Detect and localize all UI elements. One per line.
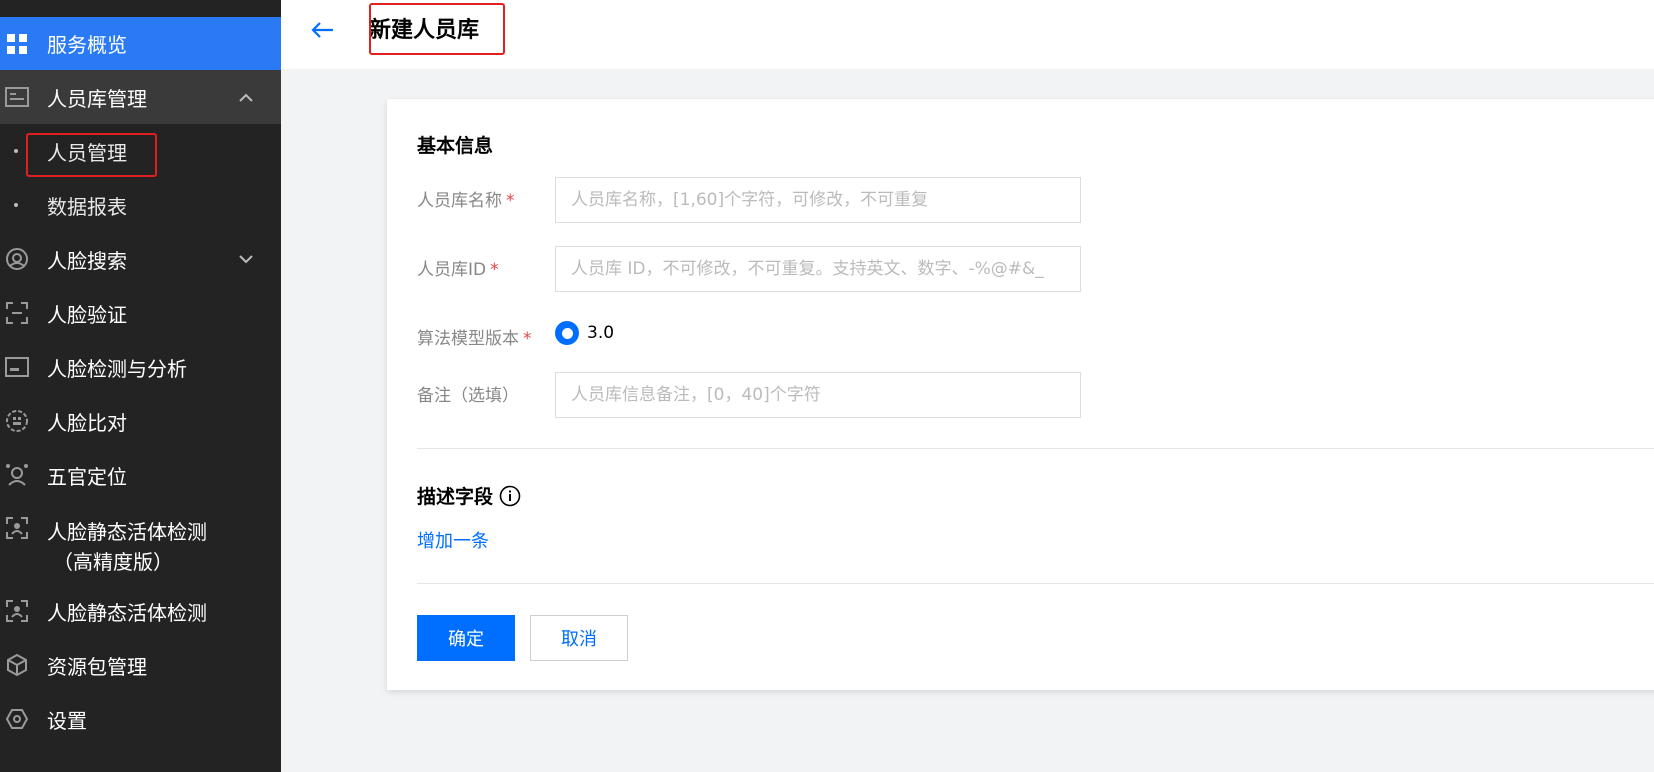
face-compare-icon [5,409,29,433]
sidebar: 服务概览 人员库管理 人员管理 数据报表 人脸搜索 人脸验证 人脸检测与分析 人… [0,0,281,772]
label-text: 人员库ID [417,260,487,280]
sidebar-item-label: 人员库管理 [47,86,147,111]
model-version-radio[interactable]: 3.0 [555,321,614,345]
library-icon [5,85,29,109]
add-field-link[interactable]: 增加一条 [417,527,489,553]
required-mark: * [490,260,499,280]
library-id-label: 人员库ID * [417,255,499,280]
face-scan-icon [5,301,29,325]
sidebar-item-label: 设置 [47,708,87,733]
model-version-label: 算法模型版本 * [417,324,532,349]
chevron-up-icon [239,90,253,104]
sidebar-item-label: 五官定位 [47,464,127,489]
sidebar-item-label: 服务概览 [47,33,127,57]
package-icon [5,653,29,677]
sidebar-item-liveness[interactable]: 人脸静态活体检测 [0,584,281,638]
sidebar-item-label: 资源包管理 [47,654,147,679]
radio-label: 3.0 [587,323,615,343]
sidebar-item-label: 人脸静态活体检测 [47,600,207,625]
required-mark: * [523,329,532,349]
sidebar-item-face-search[interactable]: 人脸搜索 [0,232,281,286]
sidebar-item-facial-landmark[interactable]: 五官定位 [0,448,281,502]
facial-landmark-icon [5,463,29,487]
remark-label: 备注（选填） [417,386,519,406]
create-library-form: 基本信息 人员库名称* 人员库ID* 算法模型版本* 3.0 备注（选填） 描述… [387,99,1654,690]
library-id-input[interactable] [555,246,1081,292]
section-divider [417,448,1654,449]
required-mark: * [506,191,515,211]
chevron-down-icon [239,252,253,266]
bullet-dot [14,203,18,207]
remark-input[interactable] [555,372,1081,418]
sidebar-item-label: 人员管理 [47,140,127,165]
sidebar-item-label: 人脸验证 [47,302,127,327]
gear-icon [5,707,29,731]
radio-selected-icon[interactable] [555,321,579,345]
section-divider [417,583,1654,584]
section-title-description: 描述字段 [417,482,521,509]
sidebar-item-face-detect[interactable]: 人脸检测与分析 [0,340,281,394]
sidebar-item-label: 数据报表 [47,194,127,219]
library-name-label: 人员库名称 * [417,186,515,211]
sidebar-item-overview[interactable]: 服务概览 [0,17,281,70]
library-name-input[interactable] [555,177,1081,223]
label-text: 算法模型版本 [417,329,519,349]
confirm-button[interactable]: 确定 [417,615,515,661]
section-title-text: 描述字段 [417,486,494,508]
section-title-basic: 基本信息 [417,135,494,157]
liveness-icon [5,516,29,540]
page-title: 新建人员库 [369,18,480,43]
liveness-icon [5,599,29,623]
back-arrow-icon[interactable] [309,16,337,44]
label-text: 人员库名称 [417,191,502,211]
sidebar-item-label: 人脸静态活体检测 [47,520,207,544]
sidebar-item-people-management[interactable]: 人员管理 [0,124,281,178]
page-header: 新建人员库 [281,0,1654,69]
sidebar-item-label: 人脸检测与分析 [47,356,187,381]
sidebar-item-face-compare[interactable]: 人脸比对 [0,394,281,448]
sidebar-item-liveness-hd[interactable]: 人脸静态活体检测 （高精度版） [0,502,281,584]
bullet-dot [14,149,18,153]
sidebar-item-label: 人脸搜索 [47,248,127,273]
sidebar-item-settings[interactable]: 设置 [0,692,281,746]
sidebar-item-resource-pack[interactable]: 资源包管理 [0,638,281,692]
sidebar-item-face-verify[interactable]: 人脸验证 [0,286,281,340]
sidebar-item-data-report[interactable]: 数据报表 [0,178,281,232]
face-search-icon [5,247,29,271]
info-icon[interactable] [499,485,521,507]
sidebar-item-label: 人脸比对 [47,410,127,435]
sidebar-item-library-management[interactable]: 人员库管理 [0,70,281,124]
cancel-button[interactable]: 取消 [530,615,628,661]
face-detect-icon [5,355,29,379]
dashboard-icon [5,32,29,56]
sidebar-item-label-line2: （高精度版） [53,550,173,574]
